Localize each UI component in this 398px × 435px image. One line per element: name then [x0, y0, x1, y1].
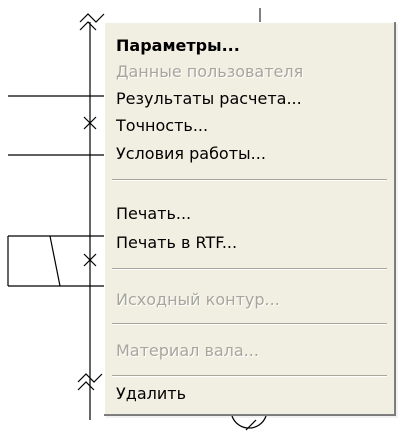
- menu-item-accuracy[interactable]: Точность...: [116, 112, 385, 140]
- menu-item-print-rtf[interactable]: Печать в RTF...: [116, 229, 385, 257]
- circle-hint-icon: [231, 415, 267, 431]
- menu-item-shaft-material: Материал вала...: [116, 341, 259, 360]
- menu-item-print[interactable]: Печать...: [116, 200, 385, 228]
- context-menu: Параметры... Данные пользователя Результ…: [104, 22, 396, 416]
- menu-separator: [112, 323, 387, 324]
- menu-item-user-data: Данные пользователя: [116, 62, 304, 81]
- menu-item-parameters[interactable]: Параметры...: [116, 32, 385, 60]
- menu-separator: [112, 179, 387, 180]
- menu-separator: [112, 268, 387, 269]
- fishtail-mark-icon: [79, 13, 105, 31]
- menu-item-source-contour: Исходный контур...: [116, 290, 280, 309]
- menu-item-calculation-results[interactable]: Результаты расчета...: [116, 85, 385, 113]
- menu-separator: [112, 375, 387, 376]
- menu-item-working-conditions[interactable]: Условия работы...: [116, 140, 385, 168]
- menu-item-delete[interactable]: Удалить: [116, 380, 385, 408]
